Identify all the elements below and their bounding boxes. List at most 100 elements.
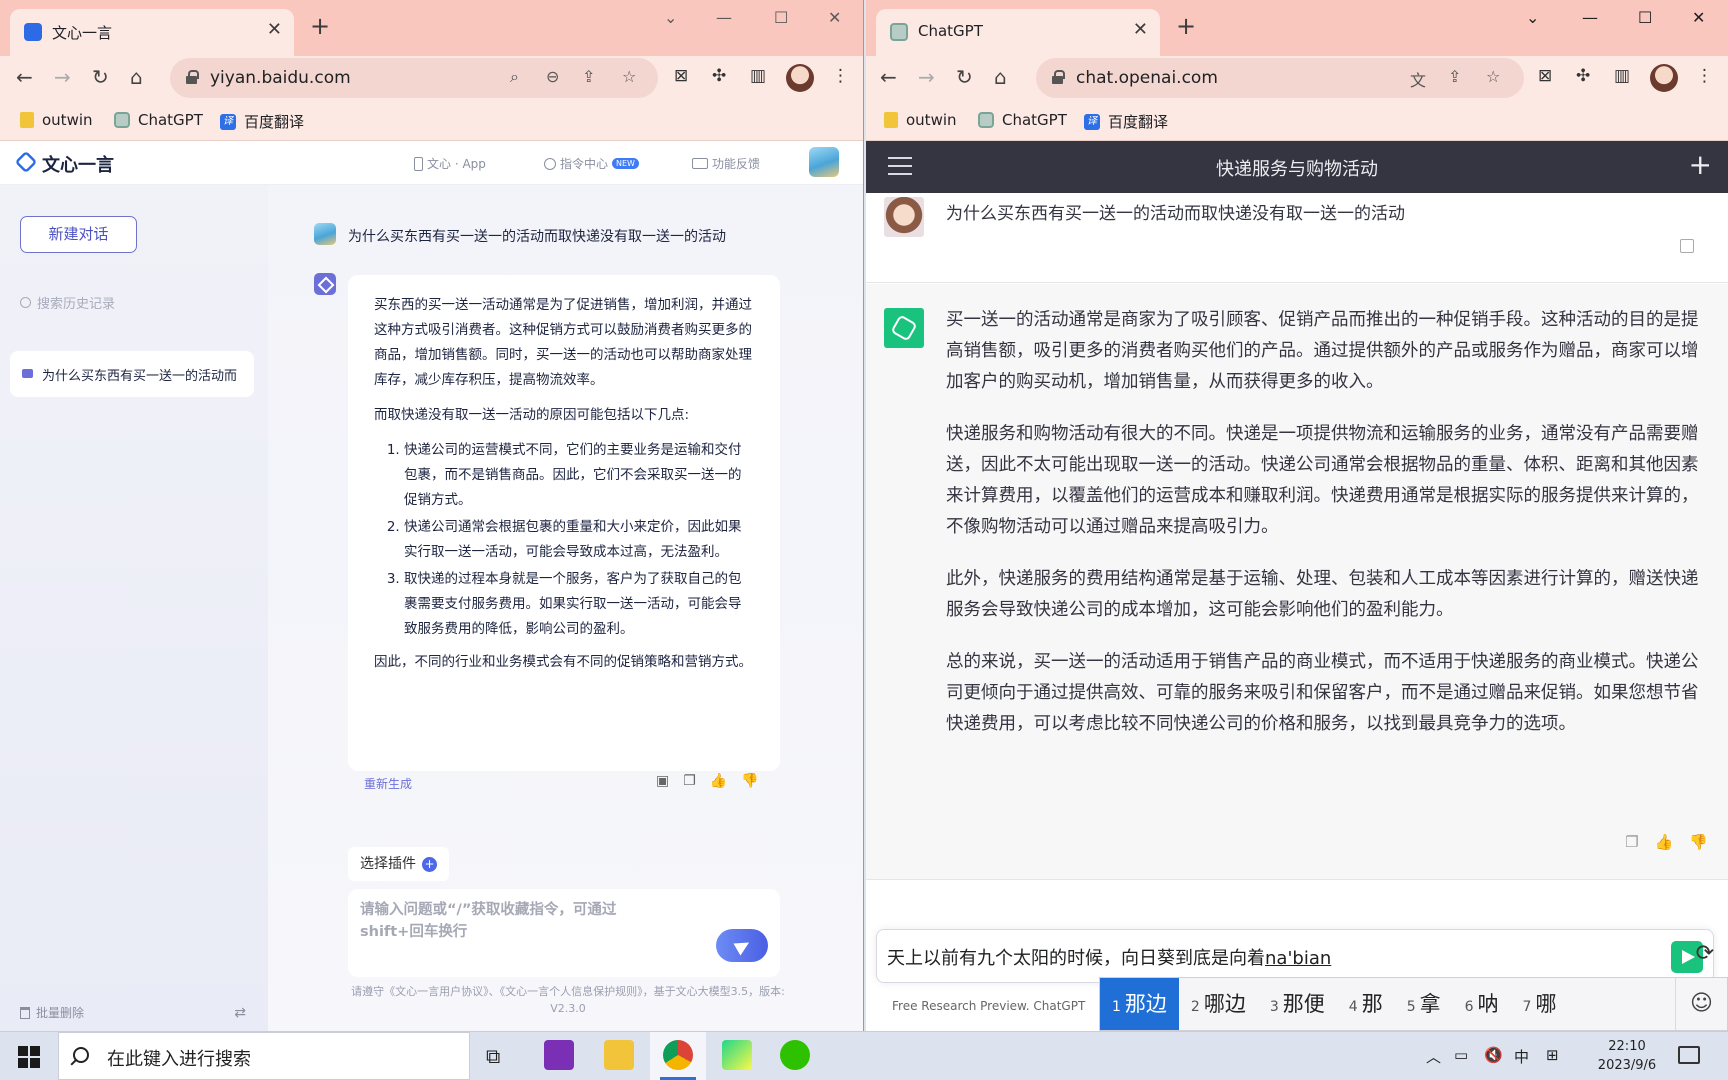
share-icon[interactable]: ⇪: [1448, 67, 1461, 86]
thumbs-down-icon[interactable]: 👎: [741, 773, 758, 789]
chrome-icon[interactable]: [663, 1040, 693, 1070]
tab-search-icon[interactable]: ⌄: [664, 8, 677, 27]
select-plugin-button[interactable]: 选择插件 +: [348, 847, 449, 881]
history-item[interactable]: 为什么买东西有买一送一的活动而: [10, 351, 254, 397]
new-chat-button[interactable]: 新建对话: [20, 216, 137, 253]
minimize-button[interactable]: —: [716, 8, 732, 27]
bookmark-outwin[interactable]: outwin: [20, 111, 93, 129]
ime-candidate[interactable]: 4那: [1337, 978, 1395, 1030]
regenerate-button[interactable]: 重新生成: [364, 775, 412, 792]
sidebar-toggle-icon[interactable]: ▥: [1614, 66, 1630, 86]
message-input[interactable]: 天上以前有九个太阳的时候，向日葵到底是向着na'bian: [876, 929, 1714, 983]
address-bar[interactable]: yiyan.baidu.com ⌕ ⊖ ⇪ ☆: [170, 58, 658, 98]
volume-muted-icon[interactable]: 🔇: [1484, 1046, 1503, 1064]
chatgpt-header: 快递服务与购物活动 +: [866, 141, 1728, 193]
bookmark-chatgpt[interactable]: ChatGPT: [978, 111, 1067, 129]
search-icon[interactable]: ⌕: [510, 67, 519, 87]
taskbar-search-input[interactable]: 在此键入进行搜索: [58, 1032, 470, 1080]
thumbs-down-icon[interactable]: 👎: [1689, 833, 1708, 851]
user-avatar[interactable]: [809, 147, 839, 177]
notification-icon[interactable]: [1678, 1046, 1700, 1064]
ime-candidate[interactable]: 3 那便: [1258, 978, 1337, 1030]
thumbs-up-icon[interactable]: 👍: [1655, 833, 1674, 851]
home-button[interactable]: ⌂: [130, 65, 143, 89]
task-view-icon[interactable]: ⧉: [486, 1044, 500, 1068]
folder-icon: [20, 112, 34, 128]
input-method-indicator[interactable]: 中: [1514, 1046, 1529, 1067]
close-tab-icon[interactable]: ✕: [267, 19, 282, 40]
bookmark-baidu-translate[interactable]: 译百度翻译: [220, 111, 304, 132]
extension-x-icon[interactable]: ⊠: [1538, 66, 1552, 86]
reload-button[interactable]: ↻: [92, 65, 109, 89]
bookmark-outwin[interactable]: outwin: [884, 111, 957, 129]
translate-icon[interactable]: 文: [1410, 67, 1426, 91]
sidebar-toggle-icon[interactable]: ▥: [750, 66, 766, 86]
file-explorer-icon[interactable]: [604, 1040, 634, 1070]
app-link[interactable]: 文心 · App: [414, 155, 486, 172]
feedback-link[interactable]: 功能反馈: [692, 155, 760, 172]
back-button[interactable]: ←: [880, 65, 897, 89]
profile-avatar[interactable]: [1650, 64, 1678, 92]
network-icon[interactable]: ▭: [1454, 1046, 1468, 1064]
close-window-button[interactable]: ✕: [828, 8, 841, 27]
copy-icon[interactable]: ❐: [1625, 833, 1638, 851]
menu-kebab-icon[interactable]: ⋮: [832, 66, 849, 86]
ime-candidate[interactable]: 1 那边: [1100, 978, 1179, 1030]
back-button[interactable]: ←: [16, 65, 33, 89]
regenerate-icon[interactable]: ⟳: [1696, 941, 1714, 966]
forward-button[interactable]: →: [918, 65, 935, 89]
close-window-button[interactable]: ✕: [1692, 8, 1705, 27]
share-icon[interactable]: ⇪: [582, 67, 595, 86]
wenxin-logo[interactable]: 文心一言: [42, 151, 114, 177]
tab-chatgpt[interactable]: ChatGPT ✕: [876, 9, 1160, 56]
history-search-input[interactable]: 搜索历史记录: [20, 293, 115, 312]
ime-candidate[interactable]: 7哪: [1511, 978, 1569, 1030]
ime-candidate[interactable]: 5拿: [1395, 978, 1453, 1030]
home-button[interactable]: ⌂: [994, 65, 1007, 89]
extensions-puzzle-icon[interactable]: ✣: [712, 66, 726, 86]
windows-start-icon[interactable]: [18, 1046, 40, 1068]
thumbs-up-icon[interactable]: 👍: [710, 773, 727, 789]
chat-input[interactable]: 请输入问题或“/”获取收藏指令，可通过shift+回车换行: [348, 889, 780, 977]
profile-avatar[interactable]: [786, 64, 814, 92]
menu-kebab-icon[interactable]: ⋮: [1696, 66, 1713, 86]
maximize-button[interactable]: ☐: [1638, 8, 1652, 27]
new-tab-button[interactable]: +: [1176, 14, 1196, 38]
bookmark-chatgpt[interactable]: ChatGPT: [114, 111, 203, 129]
tab-search-icon[interactable]: ⌄: [1526, 8, 1539, 27]
system-clock[interactable]: 22:10 2023/9/6: [1586, 1037, 1668, 1075]
new-chat-plus-icon[interactable]: +: [1689, 151, 1712, 179]
edit-icon[interactable]: [1680, 239, 1694, 253]
forward-button[interactable]: →: [54, 65, 71, 89]
bookmark-star-icon[interactable]: ☆: [1486, 67, 1500, 86]
lock-icon[interactable]: [1052, 70, 1065, 84]
onenote-icon[interactable]: [544, 1040, 574, 1070]
image-icon[interactable]: ▣: [656, 773, 669, 789]
bookmark-baidu-translate[interactable]: 译百度翻译: [1084, 111, 1168, 132]
ime-candidate[interactable]: 6呐: [1453, 978, 1511, 1030]
address-bar[interactable]: chat.openai.com 文 ⇪ ☆: [1036, 58, 1524, 98]
wechat-icon[interactable]: [780, 1040, 810, 1070]
copy-icon[interactable]: ❐: [683, 773, 696, 789]
emoji-icon[interactable]: ☺: [1675, 978, 1727, 1030]
bookmark-star-icon[interactable]: ☆: [622, 67, 636, 86]
reload-button[interactable]: ↻: [956, 65, 973, 89]
extension-x-icon[interactable]: ⊠: [674, 66, 688, 86]
maximize-button[interactable]: ☐: [774, 8, 788, 27]
command-center-link[interactable]: 指令中心 NEW: [544, 155, 639, 172]
ime-composition: na'bian: [1265, 948, 1332, 969]
extensions-puzzle-icon[interactable]: ✣: [1576, 66, 1590, 86]
ime-candidate[interactable]: 2 哪边: [1179, 978, 1258, 1030]
close-tab-icon[interactable]: ✕: [1133, 19, 1148, 40]
zoom-out-icon[interactable]: ⊖: [546, 67, 559, 86]
new-tab-button[interactable]: +: [310, 14, 330, 38]
minimize-button[interactable]: —: [1582, 8, 1598, 27]
lock-icon[interactable]: [186, 70, 199, 84]
collapse-sidebar-icon[interactable]: ⇄: [234, 1005, 246, 1021]
tab-wenxin[interactable]: 文心一言 ✕: [10, 9, 294, 56]
pycharm-icon[interactable]: [722, 1040, 752, 1070]
batch-delete-button[interactable]: 批量删除: [20, 1004, 84, 1021]
send-button[interactable]: [716, 929, 768, 962]
tray-overflow-icon[interactable]: ︿: [1426, 1046, 1441, 1067]
ime-mode-icon[interactable]: ⊞: [1546, 1046, 1559, 1064]
